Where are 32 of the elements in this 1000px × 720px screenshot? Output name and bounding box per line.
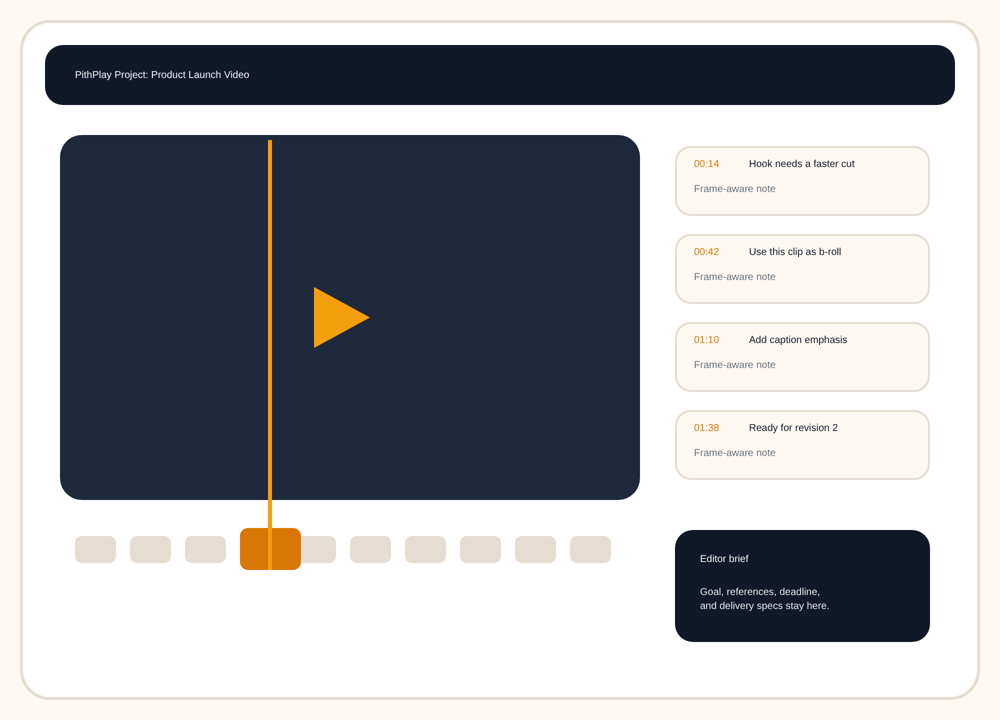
note-timestamp: 01:10 bbox=[694, 335, 720, 346]
brief-title: Editor brief bbox=[700, 554, 750, 565]
note-title: Add caption emphasis bbox=[749, 335, 848, 346]
note-title: Ready for revision 2 bbox=[749, 423, 838, 434]
note-timestamp: 00:14 bbox=[694, 159, 720, 170]
timeline-thumbnail[interactable] bbox=[75, 536, 116, 562]
note-subtitle: Frame-aware note bbox=[694, 360, 777, 371]
timeline-thumbnail[interactable] bbox=[460, 536, 501, 562]
timeline-thumbnail[interactable] bbox=[515, 536, 556, 562]
timeline-thumbnail[interactable] bbox=[301, 536, 336, 562]
timeline-thumbnail[interactable] bbox=[130, 536, 171, 562]
timeline-thumbnail[interactable] bbox=[570, 536, 611, 562]
note-timestamp: 01:38 bbox=[694, 423, 720, 434]
timeline-thumbnail[interactable] bbox=[405, 536, 446, 562]
timeline-thumbnail[interactable] bbox=[350, 536, 391, 562]
note-subtitle: Frame-aware note bbox=[694, 448, 777, 459]
timeline-thumbnail[interactable] bbox=[240, 528, 301, 570]
project-title: PithPlay Project: Product Launch Video bbox=[75, 70, 250, 80]
note-title: Hook needs a faster cut bbox=[749, 159, 855, 170]
play-icon[interactable] bbox=[314, 287, 370, 348]
note-subtitle: Frame-aware note bbox=[694, 184, 777, 195]
timeline-thumbnail[interactable] bbox=[185, 536, 226, 562]
playhead[interactable] bbox=[268, 140, 272, 570]
note-card[interactable]: 00:14 Hook needs a faster cut Frame-aware note bbox=[675, 146, 930, 216]
note-card[interactable]: 00:42 Use this clip as b-roll Frame-aware note bbox=[675, 234, 930, 304]
note-title: Use this clip as b-roll bbox=[749, 247, 842, 258]
note-card[interactable]: 01:10 Add caption emphasis Frame-aware note bbox=[675, 322, 930, 392]
brief-text: and delivery specs stay here. bbox=[700, 600, 831, 614]
note-card[interactable]: 01:38 Ready for revision 2 Frame-aware note bbox=[675, 410, 930, 480]
note-subtitle: Frame-aware note bbox=[694, 272, 777, 283]
note-timestamp: 00:42 bbox=[694, 247, 720, 258]
brief-text: Goal, references, deadline, bbox=[700, 586, 822, 600]
